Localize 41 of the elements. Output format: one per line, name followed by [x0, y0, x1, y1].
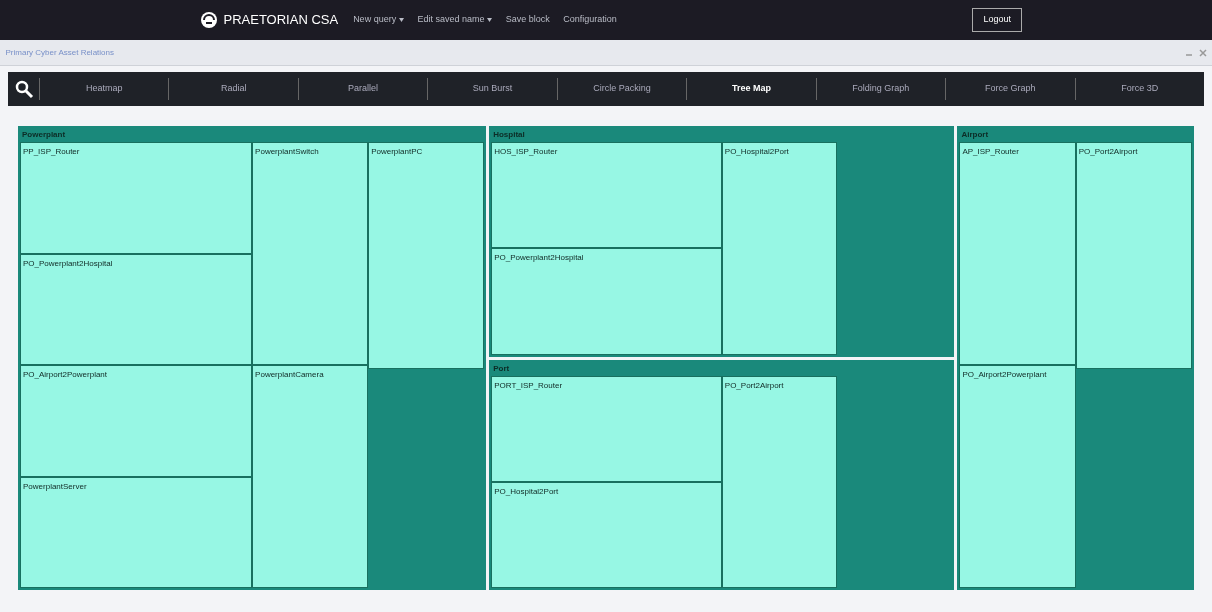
chart-tab[interactable]: Heatmap [39, 78, 169, 100]
search-icon[interactable] [13, 79, 34, 99]
group-label: Powerplant [21, 129, 67, 141]
treemap-cell[interactable]: HOS_ISP_Router [491, 142, 722, 249]
brand-name: PRAETORIAN CSA [223, 11, 339, 30]
treemap-cell[interactable]: PowerplantSwitch [252, 142, 369, 365]
treemap-cell[interactable]: PO_Hospital2Port [491, 481, 722, 588]
caret-icon [398, 18, 404, 22]
group-label: Airport [960, 129, 990, 141]
treemap-cell[interactable]: PO_Powerplant2Hospital [20, 253, 253, 365]
treemap-cell[interactable]: PO_Hospital2Port [721, 142, 838, 355]
chart-tab[interactable]: Force Graph [945, 78, 1075, 100]
treemap-cell[interactable]: PO_Airport2Powerplant [20, 365, 253, 477]
chart-tab[interactable]: Force 3D [1074, 78, 1204, 100]
chart-tab[interactable]: Tree Map [686, 78, 816, 100]
chart-tab[interactable]: Radial [168, 78, 298, 100]
treemap-cell[interactable]: PO_Powerplant2Hospital [491, 248, 722, 355]
menu-link[interactable]: Save block [501, 13, 554, 27]
chart-tab[interactable]: Circle Packing [556, 78, 687, 100]
group-label: Hospital [492, 129, 526, 141]
group-label: Port [492, 362, 511, 375]
treemap-cell[interactable]: PowerplantPC [368, 142, 485, 369]
caret-icon [487, 18, 493, 22]
treemap-cell[interactable]: PO_Port2Airport [1075, 142, 1192, 369]
menu-link[interactable]: New query [349, 13, 408, 27]
panel-title: Primary Cyber Asset Relations [5, 46, 114, 59]
chart-tab[interactable]: Folding Graph [815, 78, 946, 100]
chart-tab[interactable]: Parallel [297, 78, 428, 100]
chart-tab[interactable]: Sun Burst [427, 78, 557, 100]
close-icon[interactable] [1198, 48, 1207, 57]
treemap-cell[interactable]: PO_Airport2Powerplant [959, 365, 1076, 588]
treemap-cell[interactable]: PowerplantCamera [252, 365, 369, 588]
menu-link[interactable]: Configuration [559, 13, 621, 27]
logout-button[interactable]: Logout [972, 8, 1022, 32]
treemap-cell[interactable]: AP_ISP_Router [959, 142, 1076, 365]
menu-link[interactable]: Edit saved name [413, 13, 497, 27]
treemap-cell[interactable]: PO_Port2Airport [721, 375, 838, 588]
treemap-cell[interactable]: PORT_ISP_Router [491, 375, 722, 482]
logo-icon [200, 11, 218, 29]
treemap-cell[interactable]: PP_ISP_Router [20, 142, 253, 254]
treemap-cell[interactable]: PowerplantServer [20, 476, 253, 588]
